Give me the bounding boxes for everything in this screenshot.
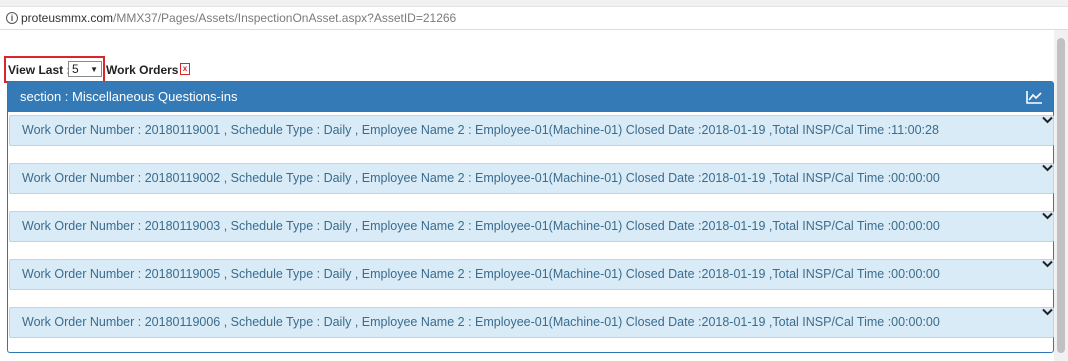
chevron-down-icon[interactable] [1042, 116, 1053, 124]
work-order-text: Work Order Number : 20180119001 , Schedu… [22, 123, 939, 137]
view-last-select[interactable]: 5 ▼ [68, 61, 102, 77]
work-order-text: Work Order Number : 20180119006 , Schedu… [22, 315, 940, 329]
chevron-down-icon[interactable] [1042, 212, 1053, 220]
work-order-text: Work Order Number : 20180119002 , Schedu… [22, 171, 940, 185]
chart-icon[interactable] [1026, 90, 1043, 104]
vertical-scrollbar[interactable] [1054, 30, 1068, 361]
address-bar[interactable]: i proteusmmx.com/MMX37/Pages/Assets/Insp… [0, 7, 1068, 30]
section-panel: section : Miscellaneous Questions-ins Wo… [7, 81, 1054, 353]
browser-top-strip [0, 0, 1068, 7]
panel-title: section : Miscellaneous Questions-ins [20, 89, 238, 104]
work-orders-label: Work Orders [106, 63, 179, 77]
pdf-icon[interactable]: x [180, 63, 190, 75]
work-order-row[interactable]: Work Order Number : 20180119006 , Schedu… [9, 307, 1054, 338]
chevron-down-icon[interactable] [1042, 308, 1053, 316]
work-order-row[interactable]: Work Order Number : 20180119001 , Schedu… [9, 115, 1054, 146]
work-order-row[interactable]: Work Order Number : 20180119005 , Schedu… [9, 259, 1054, 290]
chevron-down-icon[interactable] [1042, 260, 1053, 268]
panel-header: section : Miscellaneous Questions-ins [8, 82, 1053, 112]
view-last-selected-value: 5 [72, 62, 79, 76]
url-text[interactable]: proteusmmx.com/MMX37/Pages/Assets/Inspec… [21, 7, 456, 29]
work-order-row[interactable]: Work Order Number : 20180119003 , Schedu… [9, 211, 1054, 242]
chevron-down-icon[interactable] [1042, 164, 1053, 172]
work-order-text: Work Order Number : 20180119005 , Schedu… [22, 267, 940, 281]
dropdown-arrow-icon: ▼ [90, 65, 98, 74]
scrollbar-thumb[interactable] [1057, 38, 1065, 353]
info-icon[interactable]: i [6, 12, 18, 24]
url-domain: proteusmmx.com [21, 11, 114, 25]
url-path: /MMX37/Pages/Assets/InspectionOnAsset.as… [113, 11, 457, 25]
work-order-text: Work Order Number : 20180119003 , Schedu… [22, 219, 940, 233]
view-last-label: View Last : [8, 63, 71, 77]
work-order-row[interactable]: Work Order Number : 20180119002 , Schedu… [9, 163, 1054, 194]
